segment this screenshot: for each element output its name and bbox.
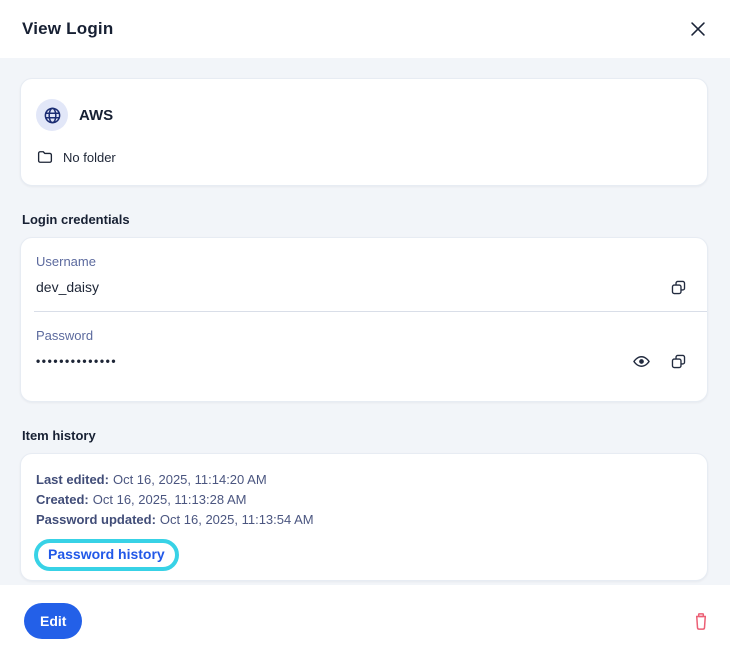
credentials-card: Username dev_daisy xyxy=(20,237,708,402)
password-field: Password •••••••••••••• xyxy=(21,312,707,401)
username-value: dev_daisy xyxy=(36,279,99,295)
password-label: Password xyxy=(36,328,692,343)
history-label: Password updated: xyxy=(36,512,156,527)
section-login-credentials: Login credentials xyxy=(22,212,706,227)
dialog-content: AWS No folder Login credentials Username… xyxy=(0,58,730,585)
copy-icon xyxy=(670,353,687,370)
username-field: Username dev_daisy xyxy=(21,238,707,311)
history-label: Created: xyxy=(36,492,89,507)
item-head: AWS xyxy=(36,99,692,131)
username-label: Username xyxy=(36,254,692,269)
section-item-history: Item history xyxy=(22,428,706,443)
globe-icon xyxy=(43,106,62,125)
delete-button[interactable] xyxy=(689,609,713,633)
password-history-link[interactable]: Password history xyxy=(48,546,165,562)
eye-icon xyxy=(632,352,651,371)
view-login-dialog: View Login xyxy=(0,0,730,657)
copy-icon xyxy=(670,279,687,296)
dialog-header: View Login xyxy=(0,0,730,58)
item-name: AWS xyxy=(79,107,113,124)
history-label: Last edited: xyxy=(36,472,109,487)
password-masked-value: •••••••••••••• xyxy=(36,354,117,368)
folder-row: No folder xyxy=(36,148,692,166)
history-row-last-edited: Last edited: Oct 16, 2025, 11:14:20 AM xyxy=(36,470,692,490)
page-title: View Login xyxy=(22,19,113,39)
folder-icon xyxy=(36,148,54,166)
folder-label: No folder xyxy=(63,150,116,165)
dialog-footer: Edit xyxy=(0,585,730,657)
history-value: Oct 16, 2025, 11:13:54 AM xyxy=(160,512,314,527)
history-row-password-updated: Password updated: Oct 16, 2025, 11:13:54 … xyxy=(36,510,692,530)
item-summary-card: AWS No folder xyxy=(20,78,708,186)
history-value: Oct 16, 2025, 11:13:28 AM xyxy=(93,492,247,507)
toggle-password-visibility-button[interactable] xyxy=(631,351,651,371)
password-history-highlight: Password history xyxy=(34,539,179,571)
copy-password-button[interactable] xyxy=(668,351,688,371)
edit-button[interactable]: Edit xyxy=(24,603,82,639)
copy-username-button[interactable] xyxy=(668,277,688,297)
trash-icon xyxy=(691,611,711,632)
history-row-created: Created: Oct 16, 2025, 11:13:28 AM xyxy=(36,490,692,510)
avatar xyxy=(36,99,68,131)
history-value: Oct 16, 2025, 11:14:20 AM xyxy=(113,472,267,487)
item-history-card: Last edited: Oct 16, 2025, 11:14:20 AM Cr… xyxy=(20,453,708,581)
x-icon xyxy=(687,18,709,40)
close-button[interactable] xyxy=(682,13,714,45)
